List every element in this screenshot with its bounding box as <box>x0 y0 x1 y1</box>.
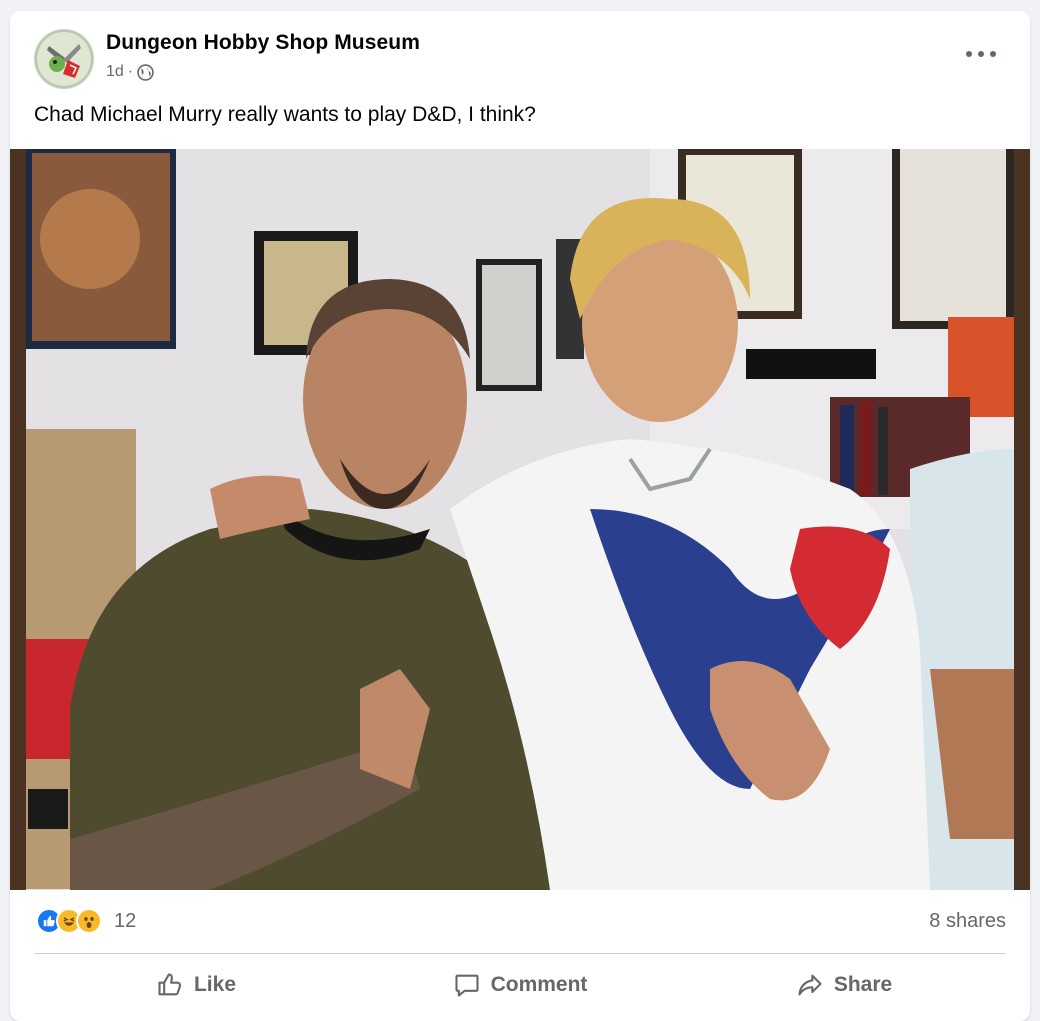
avatar-logo-image <box>35 30 93 88</box>
post-meta: 1d · <box>106 63 154 81</box>
share-button[interactable]: Share <box>682 959 1006 1011</box>
post-card: Dungeon Hobby Shop Museum 1d · Chad Mich… <box>10 11 1030 1021</box>
shares-count[interactable]: 8 shares <box>929 910 1006 933</box>
meta-separator: · <box>127 63 134 80</box>
comment-label: Comment <box>490 973 588 996</box>
post-actions: Like Comment Share <box>34 959 1006 1011</box>
post-photo[interactable] <box>10 149 1030 890</box>
post-time[interactable]: 1d <box>106 63 124 81</box>
more-dot-icon <box>966 51 972 57</box>
wow-icon <box>76 908 102 934</box>
page-avatar[interactable] <box>34 29 94 89</box>
share-label: Share <box>833 973 893 996</box>
reaction-count[interactable]: 12 <box>114 910 136 933</box>
more-dot-icon <box>990 51 996 57</box>
post-caption: Chad Michael Murry really wants to play … <box>34 103 536 126</box>
like-label: Like <box>193 973 237 996</box>
more-options-button[interactable] <box>966 45 996 63</box>
actions-divider <box>34 953 1006 954</box>
like-button[interactable]: Like <box>34 959 358 1011</box>
more-dot-icon <box>978 51 984 57</box>
comment-button[interactable]: Comment <box>358 959 682 1011</box>
page-name[interactable]: Dungeon Hobby Shop Museum <box>106 31 420 55</box>
share-icon <box>798 974 822 996</box>
photo-image <box>10 149 1030 890</box>
thumbs-up-icon <box>158 973 182 996</box>
comment-icon <box>455 974 479 997</box>
reactions-summary[interactable]: 12 <box>36 906 136 936</box>
globe-icon[interactable] <box>137 63 154 81</box>
